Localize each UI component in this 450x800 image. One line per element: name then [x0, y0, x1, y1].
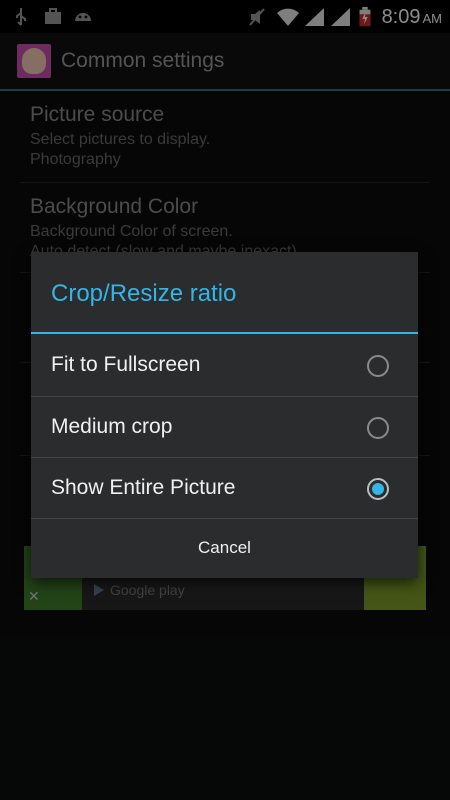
radio-button-checked[interactable] [367, 478, 389, 500]
dialog-title-divider [31, 332, 418, 334]
radio-button[interactable] [367, 417, 389, 439]
crop-resize-dialog: Crop/Resize ratio Fit to Fullscreen Medi… [31, 252, 418, 578]
option-label: Fit to Fullscreen [51, 353, 201, 376]
cancel-button[interactable]: Cancel [31, 518, 418, 578]
radio-button[interactable] [367, 355, 389, 377]
option-show-entire-picture[interactable]: Show Entire Picture [31, 458, 418, 519]
dialog-title: Crop/Resize ratio [51, 280, 237, 307]
option-medium-crop[interactable]: Medium crop [31, 397, 418, 458]
option-label: Medium crop [51, 415, 173, 438]
option-label: Show Entire Picture [51, 476, 236, 499]
option-fit-to-fullscreen[interactable]: Fit to Fullscreen [31, 335, 418, 396]
